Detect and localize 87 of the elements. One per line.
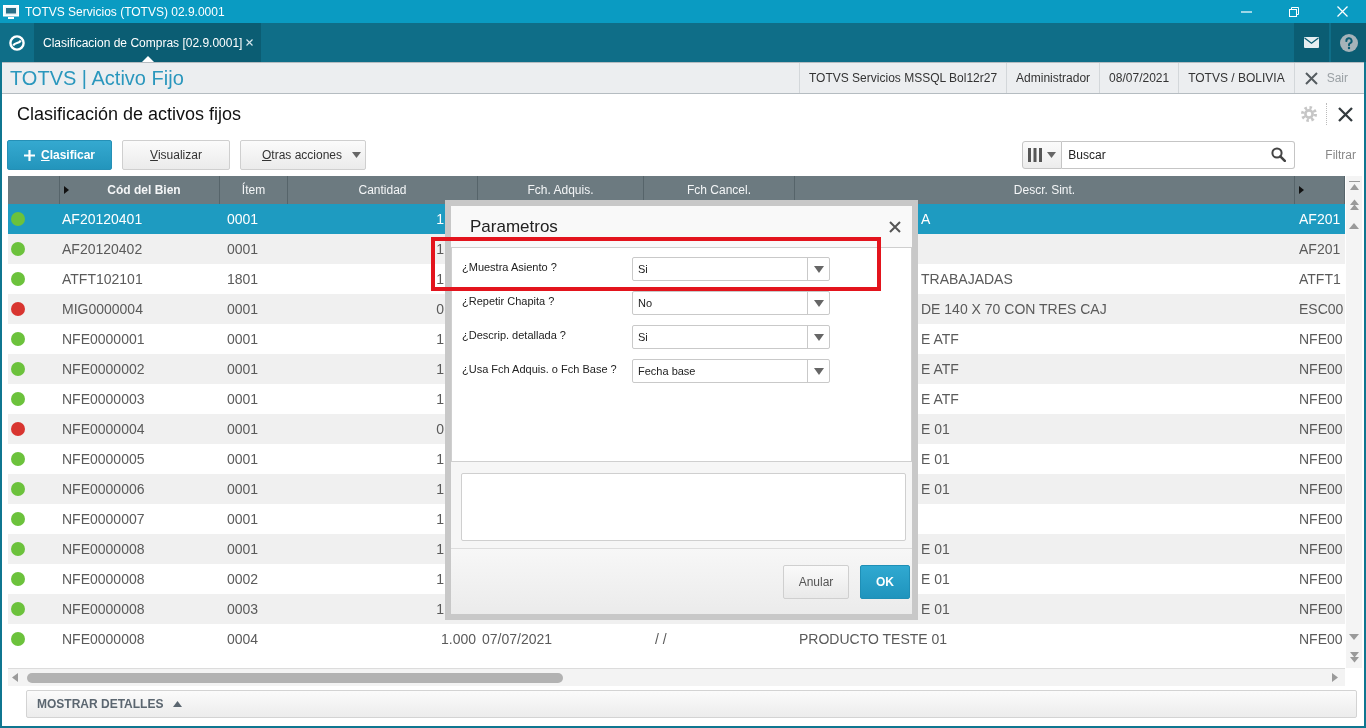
- item-number-text: 0003: [227, 601, 259, 617]
- item-number-text: 0001: [227, 361, 259, 377]
- code-text: NFE00: [1299, 601, 1343, 617]
- code-text: ATFT1: [1299, 271, 1341, 287]
- quantity-text: 0: [436, 421, 444, 437]
- code-text: ESC00: [1299, 301, 1344, 317]
- code-text: NFE00: [1299, 511, 1343, 527]
- code-text: NFE00: [1299, 361, 1343, 377]
- field-label: ¿Descrip. detallada ?: [462, 329, 566, 341]
- asset-code-text: NFE0000001: [62, 331, 145, 347]
- session-info: 08/07/2021: [1099, 63, 1179, 93]
- description-text: E ATF: [921, 331, 959, 347]
- item-number-text: 1801: [227, 271, 259, 287]
- description-text: TRABAJADAS: [921, 271, 1013, 287]
- code-text: NFE00: [1299, 481, 1343, 497]
- quantity-text: 1: [436, 361, 444, 377]
- quantity-text: 1: [436, 601, 444, 617]
- quantity-text: 1: [436, 481, 444, 497]
- description-text: E 01: [921, 481, 950, 497]
- code-text: NFE00: [1299, 571, 1343, 587]
- asset-code-text: NFE0000006: [62, 481, 145, 497]
- asset-code-text: AF20120401: [62, 211, 143, 227]
- code-text: NFE00: [1299, 331, 1343, 347]
- session-info: TOTVS Servicios MSSQL Bol12r27: [799, 63, 1007, 93]
- item-number-text: 0001: [227, 421, 259, 437]
- asset-code-text: NFE0000005: [62, 451, 145, 467]
- description-text: E 01: [921, 571, 950, 587]
- date-text: 07/07/2021: [482, 631, 553, 647]
- description-text: DE 140 X 70 CON TRES CAJ: [921, 301, 1107, 317]
- asset-code-text: NFE0000004: [62, 421, 145, 437]
- description-text: E 01: [921, 601, 950, 617]
- item-number-text: 0001: [227, 541, 259, 557]
- code-text: NFE00: [1299, 391, 1343, 407]
- description-text: A: [921, 211, 931, 227]
- quantity-text: 1: [436, 271, 444, 287]
- description-text: E 01: [921, 421, 950, 437]
- field-label: ¿Usa Fch Adquis. o Fch Base ?: [462, 363, 617, 375]
- asset-code-text: NFE0000008: [62, 571, 145, 587]
- quantity-text: 1: [436, 211, 444, 227]
- asset-code-text: NFE0000008: [62, 631, 145, 647]
- item-number-text: 0001: [227, 481, 259, 497]
- asset-code-text: NFE0000002: [62, 361, 145, 377]
- asset-code-text: MIG0000004: [62, 301, 143, 317]
- session-info: TOTVS / BOLIVIA: [1178, 63, 1294, 93]
- quantity-text: 1: [436, 541, 444, 557]
- quantity-text: 1: [436, 331, 444, 347]
- description-text: E ATF: [921, 361, 959, 377]
- quantity-text: 0: [436, 301, 444, 317]
- description-text: E ATF: [921, 391, 959, 407]
- page-title: Clasificación de activos fijos: [17, 103, 242, 125]
- item-number-text: 0001: [227, 511, 259, 527]
- dialog-title: Parametros: [470, 216, 558, 237]
- description-text: E 01: [921, 541, 950, 557]
- description-text: E 01: [921, 451, 950, 467]
- quantity-text: 1: [436, 391, 444, 407]
- item-number-text: 0001: [227, 451, 259, 467]
- item-number-text: 0001: [227, 241, 259, 257]
- item-number-text: 0001: [227, 301, 259, 317]
- quantity-text: 1.000: [440, 631, 476, 647]
- quantity-text: 1: [436, 571, 444, 587]
- code-text: NFE00: [1299, 421, 1343, 437]
- session-info: Administrador: [1006, 63, 1100, 93]
- quantity-text: 1: [436, 241, 444, 257]
- asset-code-text: NFE0000007: [62, 511, 145, 527]
- code-text: NFE00: [1299, 541, 1343, 557]
- quantity-text: 1: [436, 511, 444, 527]
- description-text: PRODUCTO TESTE 01: [799, 631, 948, 647]
- item-number-text: 0001: [227, 331, 259, 347]
- item-number-text: 0004: [227, 631, 259, 647]
- asset-code-text: NFE0000008: [62, 601, 145, 617]
- field-label: ¿Muestra Asiento ?: [462, 261, 557, 273]
- app-title: TOTVS | Activo Fijo: [10, 66, 184, 90]
- code-text: AF201: [1299, 241, 1341, 257]
- item-number-text: 0002: [227, 571, 259, 587]
- date-text: / /: [655, 631, 667, 647]
- code-text: AF201: [1299, 211, 1341, 227]
- quantity-text: 1: [436, 451, 444, 467]
- item-number-text: 0001: [227, 211, 259, 227]
- asset-code-text: NFE0000008: [62, 541, 145, 557]
- asset-code-text: NFE0000003: [62, 391, 145, 407]
- code-text: NFE00: [1299, 451, 1343, 467]
- window-title: TOTVS Servicios (TOTVS) 02.9.0001: [25, 4, 226, 19]
- asset-code-text: AF20120402: [62, 241, 143, 257]
- code-text: NFE00: [1299, 631, 1343, 647]
- field-label: ¿Repetir Chapita ?: [462, 295, 555, 307]
- item-number-text: 0001: [227, 391, 259, 407]
- asset-code-text: ATFT102101: [62, 271, 143, 287]
